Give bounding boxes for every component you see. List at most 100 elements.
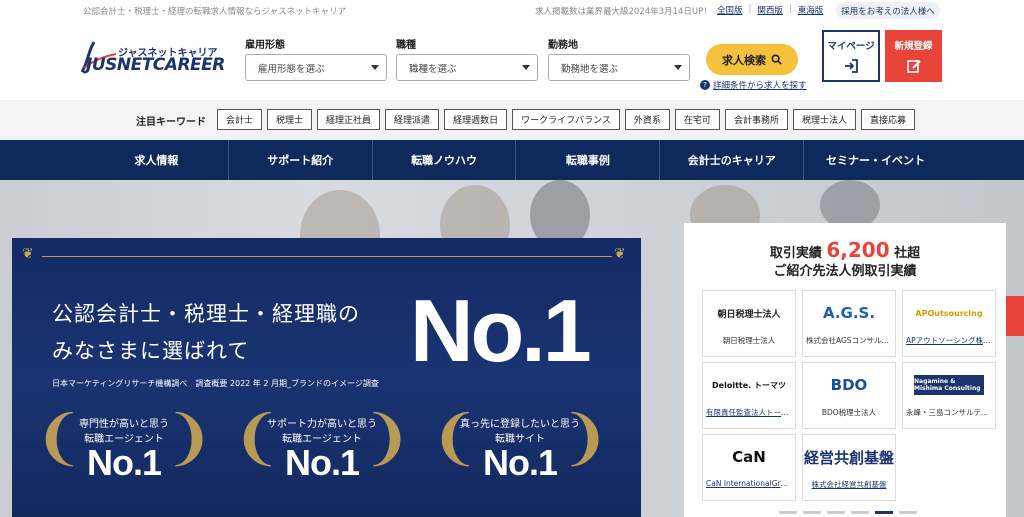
region-links: 全国版 | 関西版 | 東海版 [717,4,823,16]
nav-item-seminar[interactable]: セミナー・イベント [803,140,947,180]
employment-select[interactable]: 雇用形態を選ぶ [245,54,387,81]
chevron-down-icon [371,65,379,70]
results-title: 取引実績 6,200 社超 [684,238,1006,262]
question-icon: ? [700,80,710,90]
carousel-dot[interactable] [827,511,845,514]
keyword-tag[interactable]: 税理士 [267,109,313,130]
banner-no1: No.1 [410,281,592,380]
top-bar: 公認会計士・税理士・経理の転職求人情報ならジャスネットキャリア 求人掲載数は業界… [0,0,1024,22]
register-label: 新規登録 [894,41,933,52]
company-logo: 朝日税理士法人 [717,309,781,320]
keyword-tag[interactable]: 経理派遣 [385,109,440,130]
company-card[interactable]: APOutsourcing APアウトソーシング株式会社 [902,290,996,357]
job-search-button[interactable]: 求人検索 [706,44,798,75]
detail-search-label: 詳細条件から求人を探す [713,81,807,91]
nav-item-cpa-career[interactable]: 会計士のキャリア [659,140,803,180]
carousel-dot[interactable] [851,511,869,514]
hero-banner[interactable]: ❦ ❦ 公認会計士・税理士・経理職の みなさまに選ばれて No.1 日本マーケテ… [12,238,641,517]
company-card[interactable]: Deloitte. トーマツ 有限責任監査法人トーマツ [702,362,796,429]
results-panel: 取引実績 6,200 社超 ご紹介先法人例取引実績 朝日税理士法人 朝日税理士法人… [684,223,1006,517]
job-field: 職種 職種を選ぶ [396,36,538,81]
region-link-national[interactable]: 全国版 [717,4,743,16]
award-line1: 専門性が高いと思う [79,419,169,430]
company-name: 永峰・三島コンサルティング [906,408,992,417]
keyword-bar: 注目キーワード 会計士 税理士 経理正社員 経理派遣 経理週数日 ワークライフバ… [0,100,1024,140]
award-rank: No.1 [482,442,558,483]
corporate-button[interactable]: 採用をお考えの法人様へ [836,2,940,19]
nav-item-support[interactable]: サポート紹介 [227,140,372,180]
results-count: 6,200 [826,238,890,262]
keyword-tag[interactable]: 税理士法人 [792,109,856,130]
banner-headline: 公認会計士・税理士・経理職の [52,302,360,326]
search-icon [771,54,782,65]
results-title-suffix: 社超 [894,246,921,261]
company-card[interactable]: 経営共創基盤株式会社経営共創基盤 [802,434,896,501]
company-card[interactable]: CaN CaN InternationalGroup [702,434,796,501]
employment-select-value: 雇用形態を選ぶ [258,63,325,75]
company-card[interactable]: A.G.S. 株式会社AGSコンサルティング [802,290,896,357]
main-nav: 求人情報 サポート紹介 転職ノウハウ 転職事例 会計士のキャリア セミナー・イベ… [0,140,1024,180]
keyword-list: 会計士 税理士 経理正社員 経理派遣 経理週数日 ワークライフバランス 外資系 … [217,109,915,130]
region-link-kansai[interactable]: 関西版 [757,4,783,16]
mypage-button[interactable]: マイページ [822,30,880,82]
nav-item-knowhow[interactable]: 転職ノウハウ [371,140,516,180]
company-name[interactable]: 有限責任監査法人トーマツ [706,407,792,418]
results-title-prefix: 取引実績 [769,246,822,261]
chevron-down-icon [674,65,682,70]
register-button[interactable]: 新規登録 [885,30,942,82]
location-select[interactable]: 勤務地を選ぶ [548,54,690,81]
login-icon [845,59,858,73]
separator: | [788,4,792,14]
company-name[interactable]: APアウトソーシング株式会社 [906,335,992,346]
location-label: 勤務地 [548,40,578,51]
mypage-label: マイページ [827,41,875,52]
keyword-tag[interactable]: 経理正社員 [317,109,381,130]
laurel-icon: ❦ [22,246,34,262]
banner-divider [42,256,612,257]
company-card[interactable]: BDO BDO税理士法人 [802,362,896,429]
company-logo: A.G.S. [822,304,876,322]
award-line1: 真っ先に登録したいと思う [460,419,580,430]
job-select[interactable]: 職種を選ぶ [396,54,538,81]
chevron-down-icon [522,65,530,70]
location-field: 勤務地 勤務地を選ぶ [548,36,690,81]
banner-headline: みなさまに選ばれて [52,339,250,363]
side-tab[interactable] [1006,296,1024,336]
company-logo: BDO [830,376,868,394]
keyword-tag[interactable]: 在宅可 [674,109,720,130]
keyword-tag[interactable]: 外資系 [624,109,670,130]
company-logo: APOutsourcing [915,308,983,318]
region-link-tokai[interactable]: 東海版 [798,4,824,16]
company-card[interactable]: Nagamine & Mishima Consulting 永峰・三島コンサルティ… [902,362,996,429]
detail-search-link[interactable]: ? 詳細条件から求人を探す [700,79,807,91]
company-grid: 朝日税理士法人朝日税理士法人 A.G.S. 株式会社AGSコンサルティング APOut… [702,290,996,501]
company-logo: Nagamine & Mishima Consulting [914,375,984,395]
carousel-dot[interactable] [803,511,821,514]
keyword-tag[interactable]: 会計事務所 [724,109,788,130]
nav-item-jobs[interactable]: 求人情報 [85,140,228,180]
carousel-dot[interactable] [899,511,917,514]
carousel-dots [779,511,917,514]
company-logo: CaN [732,448,766,466]
award-rank: No.1 [284,442,360,483]
logo-text: JUSNETCAREER [86,55,225,75]
keyword-tag[interactable]: 直接応募 [860,109,915,130]
company-logo: Deloitte. トーマツ [712,380,786,390]
keyword-tag[interactable]: 経理週数日 [444,109,508,130]
company-name: 朝日税理士法人 [722,336,776,345]
company-name[interactable]: CaN InternationalGroup [706,479,792,488]
carousel-dot[interactable] [779,511,797,514]
job-count-info: 求人掲載数は業界最大級2024年3月14日UP！ [535,7,712,17]
keyword-tag[interactable]: ワークライフバランス [512,109,620,130]
award-badge: ❨ ❨ 真っ先に登録したいと思う 転職サイト No.1 [430,403,610,513]
laurel-icon: ❦ [614,246,626,262]
carousel-dot[interactable] [875,511,893,514]
nav-item-cases[interactable]: 転職事例 [515,140,659,180]
award-rank: No.1 [86,442,162,483]
company-logo: 経営共創基盤 [803,448,894,467]
keyword-tag[interactable]: 会計士 [217,109,263,130]
company-name: BDO税理士法人 [821,408,877,417]
company-card[interactable]: 朝日税理士法人 朝日税理士法人 [702,290,796,357]
employment-label: 雇用形態 [245,40,285,51]
company-name[interactable]: 株式会社経営共創基盤 [806,479,892,490]
